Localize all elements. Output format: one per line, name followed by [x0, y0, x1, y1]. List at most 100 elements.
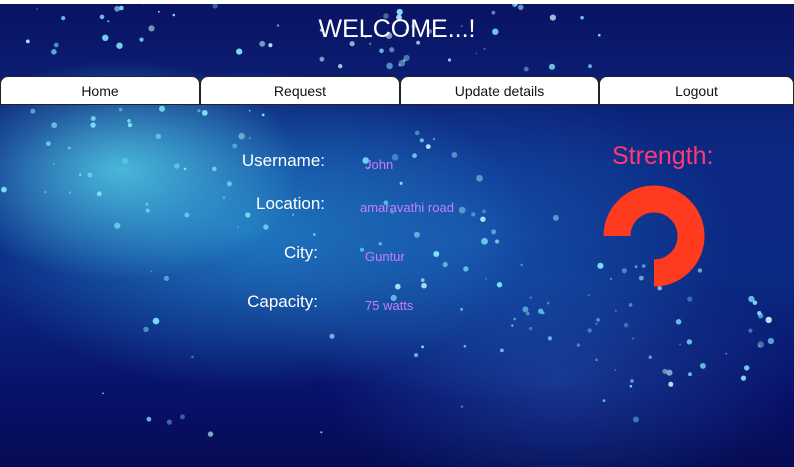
- star-particle: [163, 275, 169, 281]
- star-particle: [237, 226, 239, 228]
- tab-update-details[interactable]: Update details: [400, 76, 599, 105]
- star-particle: [30, 108, 36, 114]
- star-particle: [395, 283, 401, 290]
- star-particle: [675, 319, 682, 325]
- star-particle: [632, 337, 634, 340]
- star-particle: [320, 431, 323, 434]
- star-particle: [576, 343, 581, 347]
- strength-gauge: [603, 185, 705, 287]
- star-particle: [145, 208, 150, 213]
- star-particle: [207, 431, 214, 437]
- location-label: Location:: [256, 194, 325, 213]
- star-particle: [596, 318, 600, 322]
- star-particle: [90, 116, 96, 121]
- location-value: amaravathi road: [360, 200, 454, 215]
- tab-home[interactable]: Home: [0, 76, 200, 105]
- strength-gauge-arc: [603, 185, 705, 287]
- star-particle: [496, 282, 503, 288]
- star-particle: [758, 313, 764, 319]
- star-particle: [414, 353, 419, 358]
- star-particle: [491, 229, 497, 235]
- star-particle: [150, 270, 153, 273]
- star-particle: [628, 303, 633, 307]
- star-particle: [87, 172, 93, 178]
- star-particle: [378, 242, 382, 246]
- star-particle: [511, 324, 514, 327]
- username-value: John: [365, 157, 394, 172]
- star-particle: [767, 337, 775, 345]
- tab-logout[interactable]: Logout: [599, 76, 794, 105]
- star-particle: [757, 344, 761, 348]
- star-particle: [500, 348, 504, 353]
- star-particle: [44, 191, 47, 194]
- star-particle: [529, 296, 532, 299]
- star-particle: [155, 133, 162, 139]
- page-title: WELCOME...!: [318, 15, 476, 43]
- star-particle: [118, 107, 123, 112]
- star-particle: [201, 110, 208, 116]
- star-particle: [313, 233, 316, 236]
- star-particle: [700, 363, 706, 369]
- page-background: WELCOME...! Home Request Update details …: [0, 0, 794, 467]
- city-value: Guntur: [365, 249, 405, 264]
- star-particle: [679, 343, 682, 346]
- star-particle: [623, 323, 629, 328]
- star-particle: [127, 119, 131, 123]
- star-particle: [614, 309, 617, 312]
- star-particle: [398, 63, 401, 67]
- star-particle: [425, 144, 431, 150]
- star-particle: [520, 263, 523, 266]
- star-particle: [765, 316, 772, 324]
- star-particle: [413, 231, 420, 238]
- star-particle: [476, 175, 483, 182]
- star-particle: [386, 62, 393, 70]
- star-particle: [236, 48, 243, 55]
- star-particle: [36, 8, 39, 10]
- star-particle: [491, 10, 496, 15]
- star-particle: [197, 109, 201, 113]
- star-particle: [248, 137, 251, 140]
- star-particle: [159, 105, 165, 112]
- star-particle: [96, 191, 102, 197]
- star-particle: [495, 239, 499, 244]
- star-particle: [114, 222, 121, 229]
- star-particle: [686, 339, 693, 345]
- tab-request[interactable]: Request: [200, 76, 400, 105]
- star-particle: [291, 213, 295, 216]
- star-particle: [166, 419, 172, 425]
- star-particle: [529, 326, 533, 331]
- star-particle: [379, 48, 384, 54]
- star-particle: [602, 399, 606, 402]
- star-particle: [145, 203, 149, 206]
- top-strip: [0, 0, 794, 4]
- star-particle: [212, 3, 218, 9]
- star-particle: [629, 384, 633, 388]
- star-particle: [46, 141, 51, 147]
- star-particle: [752, 300, 758, 306]
- star-particle: [158, 10, 160, 13]
- star-particle: [630, 379, 634, 383]
- star-particle: [547, 336, 553, 341]
- star-particle: [595, 358, 598, 362]
- capacity-label: Capacity:: [247, 292, 318, 311]
- star-particle: [552, 214, 559, 221]
- star-particle: [226, 181, 232, 187]
- star-particle: [114, 5, 120, 12]
- star-particle: [403, 54, 410, 62]
- star-particle: [595, 322, 598, 325]
- star-particle: [102, 392, 104, 395]
- star-particle: [389, 47, 395, 53]
- star-particle: [399, 181, 403, 185]
- star-particle: [90, 122, 96, 128]
- star-particle: [725, 352, 728, 355]
- star-particle: [548, 63, 556, 70]
- star-particle: [744, 365, 750, 371]
- star-particle: [483, 47, 486, 51]
- star-particle: [518, 4, 524, 11]
- star-particle: [522, 306, 529, 313]
- star-particle: [421, 282, 427, 289]
- star-particle: [184, 212, 190, 218]
- star-particle: [212, 166, 217, 172]
- star-particle: [79, 173, 82, 176]
- star-particle: [421, 345, 424, 349]
